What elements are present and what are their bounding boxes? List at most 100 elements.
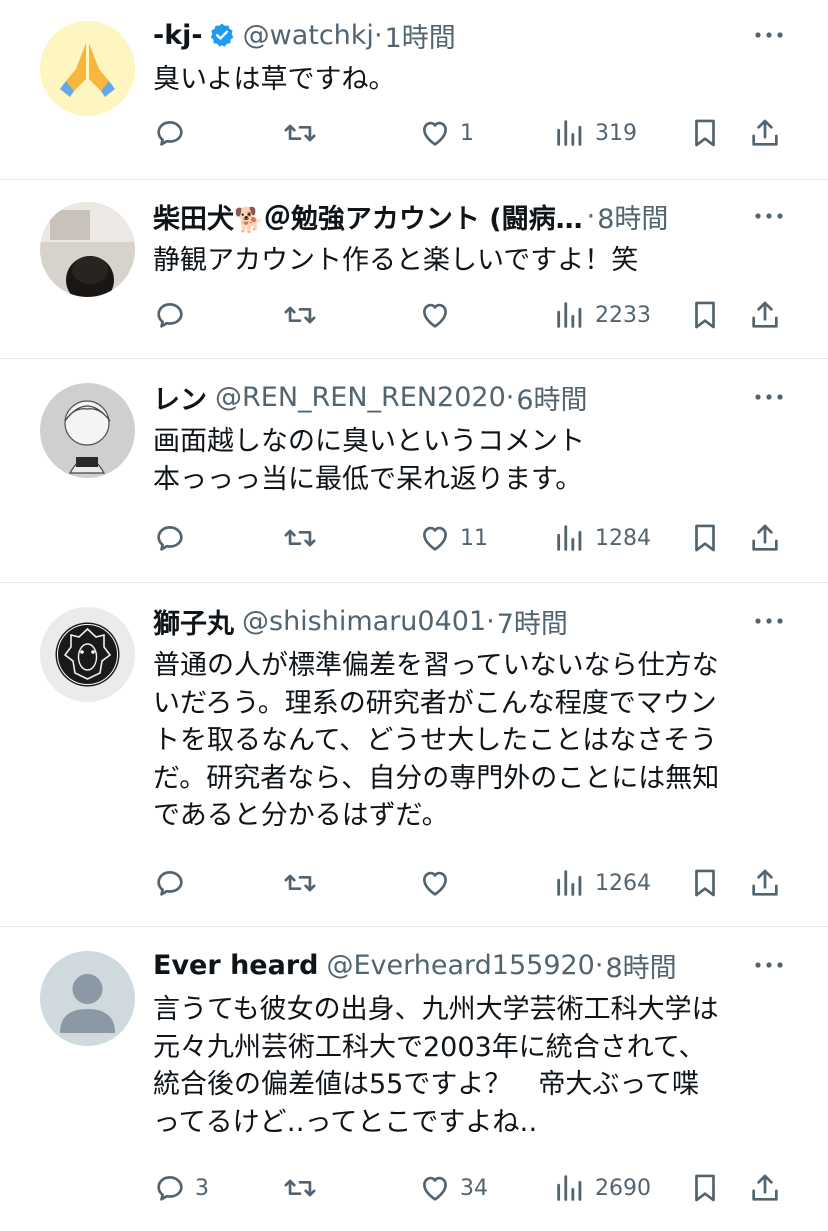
tweet-text-line: 静観アカウント作ると楽しいですよ！笑 bbox=[153, 245, 639, 276]
views-button[interactable]: 2690 bbox=[553, 1168, 651, 1208]
separator-dot: · bbox=[505, 381, 515, 413]
tweet-actions: 1264 bbox=[153, 863, 793, 903]
views-button[interactable]: 2233 bbox=[553, 295, 651, 335]
like-button[interactable] bbox=[418, 863, 460, 903]
retweet-button[interactable] bbox=[283, 113, 317, 153]
bookmark-button[interactable] bbox=[688, 113, 722, 153]
reply-icon bbox=[157, 1176, 183, 1201]
views-chart-icon bbox=[557, 1175, 582, 1201]
display-name[interactable]: レン bbox=[153, 378, 207, 417]
user-handle[interactable]: @REN_REN_REN2020 bbox=[215, 382, 506, 413]
separator-dot: · bbox=[373, 19, 383, 51]
tweet-text: 臭いよは草ですね。 bbox=[153, 61, 793, 99]
display-name[interactable]: 獅子丸 bbox=[153, 602, 234, 641]
like-button[interactable] bbox=[418, 295, 460, 335]
timestamp[interactable]: 8時間 bbox=[597, 197, 668, 236]
default-avatar-icon bbox=[40, 951, 135, 1046]
share-button[interactable] bbox=[748, 295, 782, 335]
more-options-icon[interactable] bbox=[752, 385, 786, 409]
reply-button[interactable] bbox=[153, 295, 195, 335]
display-name[interactable]: Ever heard bbox=[153, 950, 318, 981]
tweet-text-line: だ。研究者なら、自分の専門外のことには無知 bbox=[153, 762, 720, 794]
reply-button[interactable] bbox=[153, 863, 195, 903]
display-name[interactable]: 柴田犬🐕＠勉強アカウント (闘病… bbox=[153, 197, 583, 236]
tweet-text: 普通の人が標準偏差を習っていないなら仕方な いだろう。理系の研究者がこんな程度で… bbox=[153, 647, 793, 835]
tweet[interactable]: -kj- @watchkj · 1時間 臭いよは草ですね。 1 319 bbox=[0, 15, 828, 180]
tweet[interactable]: Ever heard @Everheard155920 · 8時間 言うても彼女… bbox=[0, 945, 828, 1231]
avatar[interactable] bbox=[40, 202, 135, 297]
share-icon bbox=[752, 869, 778, 896]
heart-icon bbox=[423, 303, 447, 328]
retweet-icon bbox=[284, 124, 316, 142]
tweet-text-line: 普通の人が標準偏差を習っていないなら仕方な bbox=[153, 650, 719, 681]
share-button[interactable] bbox=[748, 1168, 782, 1208]
separator-dot: · bbox=[586, 200, 596, 232]
tweet-text-line: 本っっっ当に最低で呆れ返ります。 bbox=[153, 464, 583, 495]
more-options-icon[interactable] bbox=[752, 609, 786, 633]
timestamp[interactable]: 8時間 bbox=[605, 946, 676, 985]
share-button[interactable] bbox=[748, 518, 782, 558]
bookmark-icon bbox=[695, 1174, 715, 1202]
bookmark-button[interactable] bbox=[688, 295, 722, 335]
display-name[interactable]: -kj- bbox=[153, 20, 203, 51]
user-handle[interactable]: @shishimaru0401 bbox=[242, 606, 486, 637]
illustration-avatar-image bbox=[40, 383, 135, 478]
views-button[interactable]: 1264 bbox=[553, 863, 651, 903]
timestamp[interactable]: 7時間 bbox=[497, 602, 568, 641]
heart-icon bbox=[423, 1176, 447, 1201]
timestamp[interactable]: 1時間 bbox=[385, 16, 456, 55]
tweet-header: レン @REN_REN_REN2020 · 6時間 bbox=[153, 377, 758, 417]
more-options-icon[interactable] bbox=[752, 23, 786, 47]
reply-button[interactable]: 3 bbox=[153, 1168, 209, 1208]
more-options-icon[interactable] bbox=[752, 204, 786, 228]
verified-badge-icon bbox=[210, 23, 233, 47]
user-handle[interactable]: @Everheard155920 bbox=[326, 950, 594, 981]
more-options-icon[interactable] bbox=[752, 953, 786, 977]
tweet-header: -kj- @watchkj · 1時間 bbox=[153, 15, 758, 55]
heart-icon bbox=[423, 526, 447, 551]
tweet-text: 静観アカウント作ると楽しいですよ！笑 bbox=[153, 242, 793, 280]
reply-icon bbox=[157, 303, 183, 328]
tweet-text-line: ってるけど‥ってとこですよね‥ bbox=[153, 1106, 538, 1138]
bookmark-icon bbox=[695, 524, 715, 552]
views-chart-icon bbox=[557, 870, 582, 896]
bookmark-button[interactable] bbox=[688, 863, 722, 903]
retweet-button[interactable] bbox=[283, 518, 317, 558]
views-button[interactable]: 319 bbox=[553, 113, 637, 153]
reply-icon bbox=[157, 121, 183, 146]
views-button[interactable]: 1284 bbox=[553, 518, 651, 558]
bookmark-button[interactable] bbox=[688, 1168, 722, 1208]
tweet[interactable]: 獅子丸 @shishimaru0401 · 7時間 普通の人が標準偏差を習ってい… bbox=[0, 601, 828, 926]
retweet-button[interactable] bbox=[283, 863, 317, 903]
timestamp[interactable]: 6時間 bbox=[516, 378, 587, 417]
tweet[interactable]: 柴田犬🐕＠勉強アカウント (闘病… · 8時間 静観アカウント作ると楽しいですよ… bbox=[0, 196, 828, 358]
avatar[interactable] bbox=[40, 951, 135, 1046]
reply-button[interactable] bbox=[153, 518, 195, 558]
retweet-icon bbox=[284, 306, 316, 324]
tweet-header: Ever heard @Everheard155920 · 8時間 bbox=[153, 945, 758, 985]
bookmark-icon bbox=[695, 869, 715, 897]
retweet-button[interactable] bbox=[283, 295, 317, 335]
tweet[interactable]: レン @REN_REN_REN2020 · 6時間 画面越しなのに臭いというコメ… bbox=[0, 377, 828, 582]
like-button[interactable]: 1 bbox=[418, 113, 474, 153]
tweet-text-line: 言うても彼女の出身、九州大学芸術工科大学は bbox=[153, 994, 719, 1025]
like-button[interactable]: 34 bbox=[418, 1168, 488, 1208]
divider bbox=[0, 179, 828, 180]
tweet-actions: 3 34 2690 bbox=[153, 1168, 793, 1208]
avatar[interactable] bbox=[40, 383, 135, 478]
divider bbox=[0, 582, 828, 583]
share-button[interactable] bbox=[748, 863, 782, 903]
share-button[interactable] bbox=[748, 113, 782, 153]
bookmark-button[interactable] bbox=[688, 518, 722, 558]
tweet-text-line: トを取るなんて、どうせ大したことはなさそう bbox=[153, 725, 718, 756]
tweet-text-line: 統合後の偏差値は55ですよ？ 帝大ぶって喋 bbox=[153, 1069, 700, 1100]
reply-button[interactable] bbox=[153, 113, 195, 153]
praying-hands-icon bbox=[40, 21, 135, 116]
retweet-button[interactable] bbox=[283, 1168, 317, 1208]
avatar[interactable] bbox=[40, 607, 135, 702]
tweet-text: 画面越しなのに臭いというコメント 本っっっ当に最低で呆れ返ります。 bbox=[153, 423, 793, 499]
divider bbox=[0, 358, 828, 359]
like-button[interactable]: 11 bbox=[418, 518, 488, 558]
user-handle[interactable]: @watchkj bbox=[243, 20, 374, 51]
avatar[interactable] bbox=[40, 21, 135, 116]
